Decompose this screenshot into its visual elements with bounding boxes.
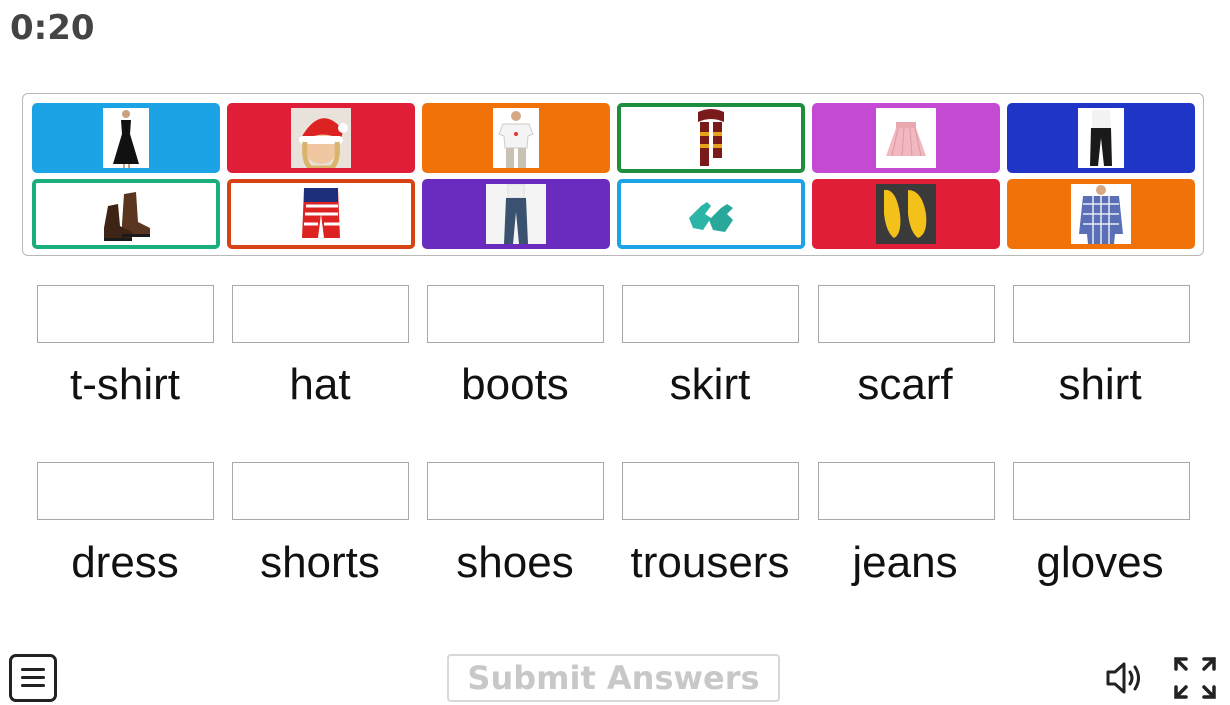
tile-dress[interactable] [32, 103, 220, 173]
boots-icon [96, 184, 156, 244]
tile-trousers[interactable] [1007, 103, 1195, 173]
drop-slot-trousers[interactable] [622, 462, 799, 520]
word-label: shirt [1058, 360, 1142, 409]
gloves-icon [681, 184, 741, 244]
tile-jeans[interactable] [422, 179, 610, 249]
word-label: scarf [857, 360, 953, 409]
drop-slot-dress[interactable] [37, 462, 214, 520]
picture-tray [22, 93, 1204, 256]
word-label: shorts [260, 538, 380, 587]
drop-slot-shoes[interactable] [427, 462, 604, 520]
word-label: hat [289, 360, 351, 409]
shoes-icon [876, 184, 936, 244]
tile-shirt[interactable] [1007, 179, 1195, 249]
menu-icon [21, 668, 45, 671]
drop-slot-hat[interactable] [232, 285, 409, 343]
menu-button[interactable] [9, 654, 57, 702]
word-label: t-shirt [70, 360, 180, 409]
tile-tshirt[interactable] [422, 103, 610, 173]
word-label: dress [71, 538, 179, 587]
fullscreen-button[interactable] [1172, 655, 1218, 701]
timer: 0:20 [10, 8, 95, 48]
word-label: boots [461, 360, 569, 409]
drop-slot-shorts[interactable] [232, 462, 409, 520]
sound-button[interactable] [1102, 655, 1148, 701]
tile-gloves[interactable] [617, 179, 805, 249]
drop-slot-boots[interactable] [427, 285, 604, 343]
word-label: jeans [852, 538, 958, 587]
drop-slot-t-shirt[interactable] [37, 285, 214, 343]
drop-slot-gloves[interactable] [1013, 462, 1190, 520]
drop-slot-jeans[interactable] [818, 462, 995, 520]
drop-slot-shirt[interactable] [1013, 285, 1190, 343]
skirt-icon [876, 108, 936, 168]
shirt-icon [1071, 184, 1131, 244]
tile-skirt[interactable] [812, 103, 1000, 173]
tile-boots[interactable] [32, 179, 220, 249]
fullscreen-icon [1174, 657, 1216, 699]
word-label: skirt [669, 360, 751, 409]
dress-icon [103, 108, 149, 168]
santa-hat-icon [291, 108, 351, 168]
drop-slot-scarf[interactable] [818, 285, 995, 343]
drop-slot-skirt[interactable] [622, 285, 799, 343]
speaker-icon [1106, 662, 1140, 694]
word-label: shoes [456, 538, 574, 587]
tshirt-icon [493, 108, 539, 168]
word-label: gloves [1036, 538, 1164, 587]
trousers-icon [1078, 108, 1124, 168]
shorts-icon [298, 184, 344, 244]
submit-answers-button[interactable]: Submit Answers [447, 654, 780, 702]
scarf-icon [688, 108, 734, 168]
word-label: trousers [630, 538, 790, 587]
tile-hat[interactable] [227, 103, 415, 173]
tile-shoes[interactable] [812, 179, 1000, 249]
tile-shorts[interactable] [227, 179, 415, 249]
tile-scarf[interactable] [617, 103, 805, 173]
jeans-icon [486, 184, 546, 244]
